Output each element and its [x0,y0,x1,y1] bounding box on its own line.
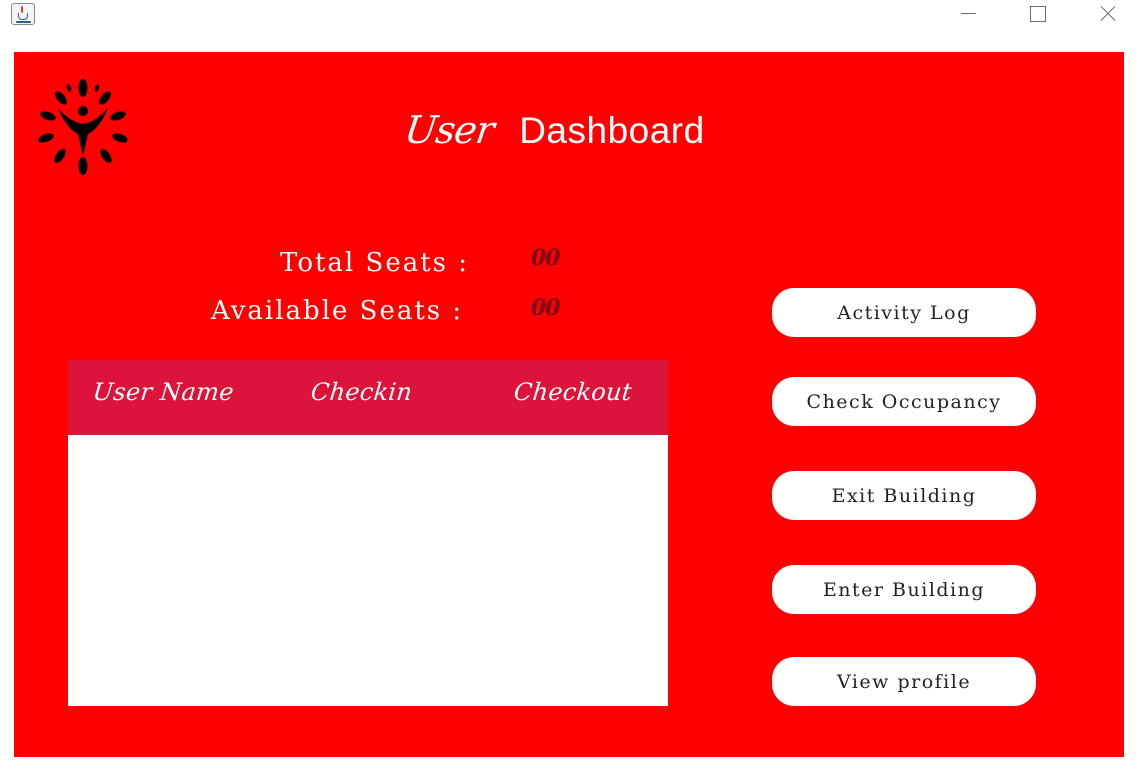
title-dashboard-text: Dashboard [519,110,705,151]
column-header-checkout[interactable]: Checkout [513,378,634,406]
leaf-figure-logo [38,79,128,175]
maximize-icon[interactable] [1013,0,1059,30]
title-user-text: User [401,108,497,152]
close-icon[interactable] [1084,0,1130,30]
page-title: User Dashboard [401,108,705,158]
table-header: User Name Checkin Checkout [68,360,668,435]
activity-log-button[interactable]: Activity Log [772,288,1036,337]
table-body[interactable] [68,435,668,706]
check-occupancy-button[interactable]: Check Occupancy [772,377,1036,426]
available-seats-label: Available Seats : [211,296,464,326]
minimize-icon[interactable] [944,0,990,30]
window-titlebar [0,0,1137,30]
enter-building-button[interactable]: Enter Building [772,565,1036,614]
exit-building-button[interactable]: Exit Building [772,471,1036,520]
user-activity-table[interactable]: User Name Checkin Checkout [68,360,668,706]
total-seats-value: 00 [531,245,561,271]
column-header-checkin[interactable]: Checkin [310,378,414,406]
view-profile-button[interactable]: View profile [772,657,1036,706]
total-seats-label: Total Seats : [280,248,470,278]
column-header-user-name[interactable]: User Name [92,378,236,406]
available-seats-value: 00 [531,295,561,321]
java-cup-icon[interactable] [11,3,35,25]
